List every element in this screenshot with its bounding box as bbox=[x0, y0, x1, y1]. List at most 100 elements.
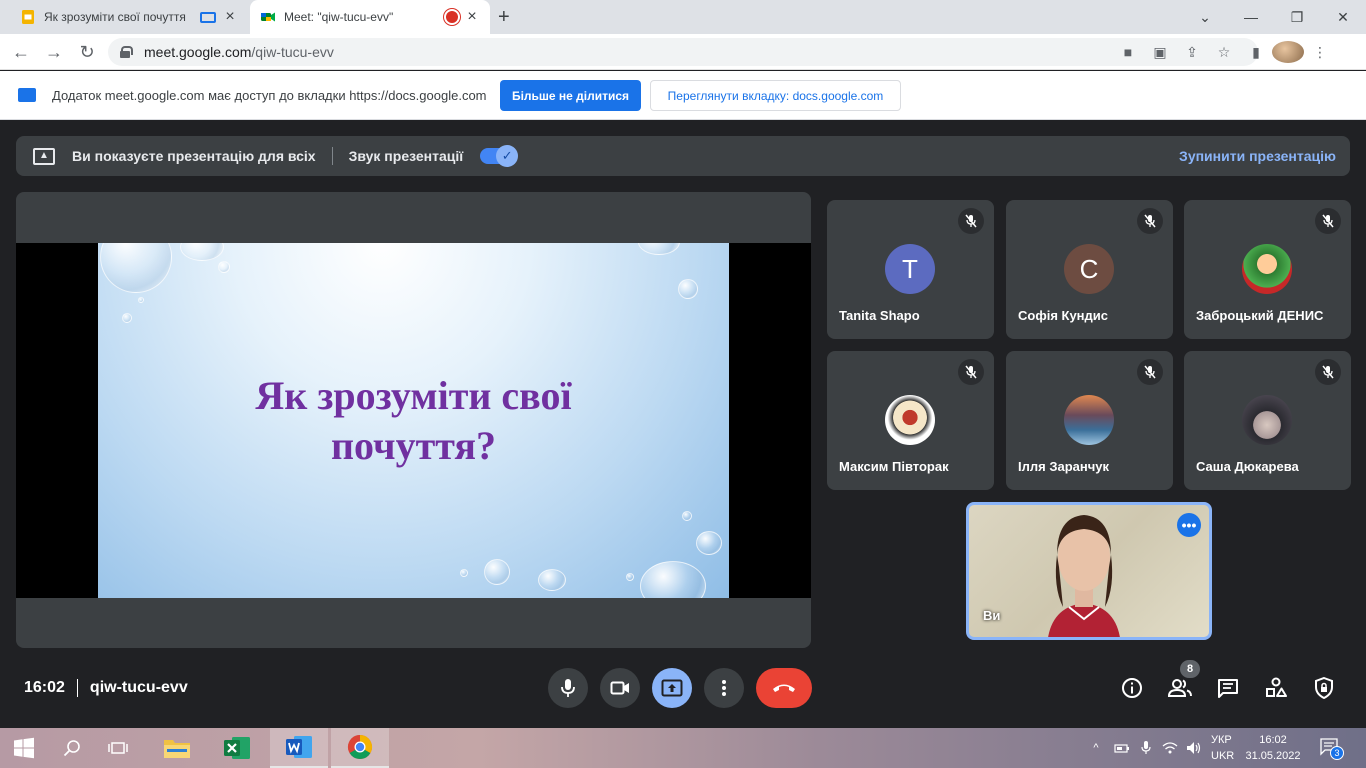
profile-avatar[interactable] bbox=[1272, 41, 1304, 63]
present-screen-icon bbox=[661, 679, 683, 697]
stop-sharing-button[interactable]: Більше не ділитися bbox=[500, 80, 641, 111]
word-icon bbox=[286, 736, 312, 758]
input-language[interactable]: УКР UKR bbox=[1211, 732, 1234, 764]
microphone-button[interactable] bbox=[548, 668, 588, 708]
water-drop-decoration bbox=[626, 573, 634, 581]
close-tab-icon[interactable]: × bbox=[222, 8, 238, 25]
participant-tile[interactable]: С Софія Кундис bbox=[1006, 200, 1173, 339]
people-button[interactable] bbox=[1168, 676, 1192, 700]
present-now-button[interactable] bbox=[652, 668, 692, 708]
participant-tile[interactable]: Саша Дюкарева bbox=[1184, 351, 1351, 490]
wifi-icon[interactable] bbox=[1162, 741, 1178, 755]
mic-off-icon bbox=[1137, 359, 1163, 385]
mic-off-icon bbox=[1137, 208, 1163, 234]
water-drop-decoration bbox=[696, 531, 722, 555]
folder-icon bbox=[164, 740, 190, 758]
reload-icon[interactable]: ↻ bbox=[76, 41, 98, 63]
slides-icon bbox=[22, 10, 34, 24]
stop-presenting-button[interactable]: Зупинити презентацію bbox=[1179, 148, 1336, 164]
self-view-tile[interactable]: ••• Ви bbox=[966, 502, 1212, 640]
divider bbox=[76, 679, 78, 697]
participant-tile[interactable]: Заброцький ДЕНИС bbox=[1184, 200, 1351, 339]
bookmark-star-icon[interactable]: ☆ bbox=[1208, 44, 1240, 61]
meet-icon bbox=[261, 12, 275, 22]
restore-icon[interactable]: ❐ bbox=[1274, 0, 1320, 34]
host-controls-button[interactable] bbox=[1312, 676, 1336, 700]
more-options-icon[interactable]: ••• bbox=[1177, 513, 1201, 537]
presentation-slide: Як зрозуміти свої почуття? bbox=[98, 243, 729, 598]
taskbar-excel[interactable] bbox=[210, 728, 264, 768]
avatar bbox=[1242, 244, 1292, 294]
close-tab-icon[interactable]: × bbox=[464, 8, 480, 25]
microphone-tray-icon[interactable] bbox=[1140, 740, 1152, 756]
water-drop-decoration bbox=[538, 569, 566, 591]
language-code: УКР bbox=[1211, 734, 1232, 746]
view-shared-tab-button[interactable]: Переглянути вкладку: docs.google.com bbox=[650, 80, 901, 111]
action-center-button[interactable]: 3 bbox=[1320, 738, 1344, 760]
tab-slides[interactable]: Як зрозуміти свої почуття × bbox=[10, 0, 248, 34]
taskbar-word[interactable] bbox=[270, 728, 328, 768]
slide-title-line: Як зрозуміти свої bbox=[255, 373, 572, 418]
participant-tile[interactable]: T Tanita Shapo bbox=[827, 200, 994, 339]
participant-tile[interactable]: Максим Півторак bbox=[827, 351, 994, 490]
presenting-banner: ▲ Ви показуєте презентацію для всіх Звук… bbox=[16, 136, 1350, 176]
chat-icon bbox=[1218, 679, 1238, 698]
water-drop-decoration bbox=[138, 297, 144, 303]
activities-button[interactable] bbox=[1264, 676, 1288, 700]
taskbar-file-explorer[interactable] bbox=[150, 728, 204, 768]
share-tab-icon bbox=[18, 88, 36, 102]
avatar bbox=[885, 395, 935, 445]
water-drop-decoration bbox=[460, 569, 468, 577]
leave-call-button[interactable] bbox=[756, 668, 812, 708]
more-vert-icon bbox=[722, 680, 726, 696]
minimize-icon[interactable]: — bbox=[1228, 0, 1274, 34]
avatar: С bbox=[1064, 244, 1114, 294]
camera-in-use-icon[interactable]: ■ bbox=[1112, 44, 1144, 60]
new-tab-button[interactable]: + bbox=[498, 6, 510, 29]
notification-count-badge: 3 bbox=[1330, 746, 1344, 760]
mic-off-icon bbox=[1315, 208, 1341, 234]
omnibox-actions: ■ ▣ ⇪ ☆ ▮ ⋮ bbox=[1112, 34, 1336, 70]
search-icon bbox=[63, 740, 80, 757]
taskbar-chrome[interactable] bbox=[331, 728, 389, 768]
avatar bbox=[1242, 395, 1292, 445]
participant-name: Максим Півторак bbox=[839, 459, 949, 474]
side-panel-icon[interactable]: ▮ bbox=[1240, 44, 1272, 61]
translate-icon[interactable]: ▣ bbox=[1144, 44, 1176, 61]
self-video bbox=[1048, 515, 1120, 637]
camera-icon bbox=[610, 681, 629, 695]
participant-name: Софія Кундис bbox=[1018, 308, 1109, 323]
forward-arrow-icon[interactable]: → bbox=[43, 41, 65, 63]
share-icon[interactable]: ⇪ bbox=[1176, 44, 1208, 61]
meeting-details: 16:02 qiw-tucu-evv bbox=[24, 678, 188, 698]
camera-button[interactable] bbox=[600, 668, 640, 708]
water-drop-decoration bbox=[682, 511, 692, 521]
water-drop-decoration bbox=[100, 243, 172, 293]
show-hidden-icons-icon[interactable]: ^ bbox=[1090, 742, 1102, 754]
taskbar-clock[interactable]: 16:02 31.05.2022 bbox=[1244, 732, 1302, 764]
battery-icon[interactable] bbox=[1114, 742, 1130, 754]
chat-button[interactable] bbox=[1216, 676, 1240, 700]
search-button[interactable] bbox=[50, 728, 94, 768]
url-text: meet.google.com/qiw-tucu-evv bbox=[144, 44, 334, 60]
close-window-icon[interactable]: ✕ bbox=[1320, 0, 1366, 34]
tab-search-icon[interactable]: ⌄ bbox=[1182, 0, 1228, 34]
participant-tile[interactable]: Ілля Заранчук bbox=[1006, 351, 1173, 490]
avatar bbox=[1064, 395, 1114, 445]
meeting-info-button[interactable] bbox=[1120, 676, 1144, 700]
water-drop-decoration bbox=[678, 279, 698, 299]
volume-icon[interactable] bbox=[1186, 741, 1202, 755]
menu-kebab-icon[interactable]: ⋮ bbox=[1304, 44, 1336, 61]
back-arrow-icon[interactable]: ← bbox=[10, 41, 32, 63]
task-view-button[interactable] bbox=[96, 728, 140, 768]
url-field[interactable]: meet.google.com/qiw-tucu-evv bbox=[108, 38, 1258, 66]
infobar-text: Додаток meet.google.com має доступ до вк… bbox=[52, 87, 487, 103]
start-button[interactable] bbox=[0, 728, 48, 768]
tab-meet[interactable]: Meet: "qiw-tucu-evv" × bbox=[250, 0, 490, 34]
divider bbox=[331, 147, 333, 165]
more-options-button[interactable] bbox=[704, 668, 744, 708]
water-drop-decoration bbox=[638, 243, 680, 255]
meeting-time: 16:02 bbox=[24, 679, 65, 696]
recording-icon bbox=[446, 11, 458, 23]
presentation-audio-toggle[interactable]: ✓ bbox=[480, 145, 519, 167]
